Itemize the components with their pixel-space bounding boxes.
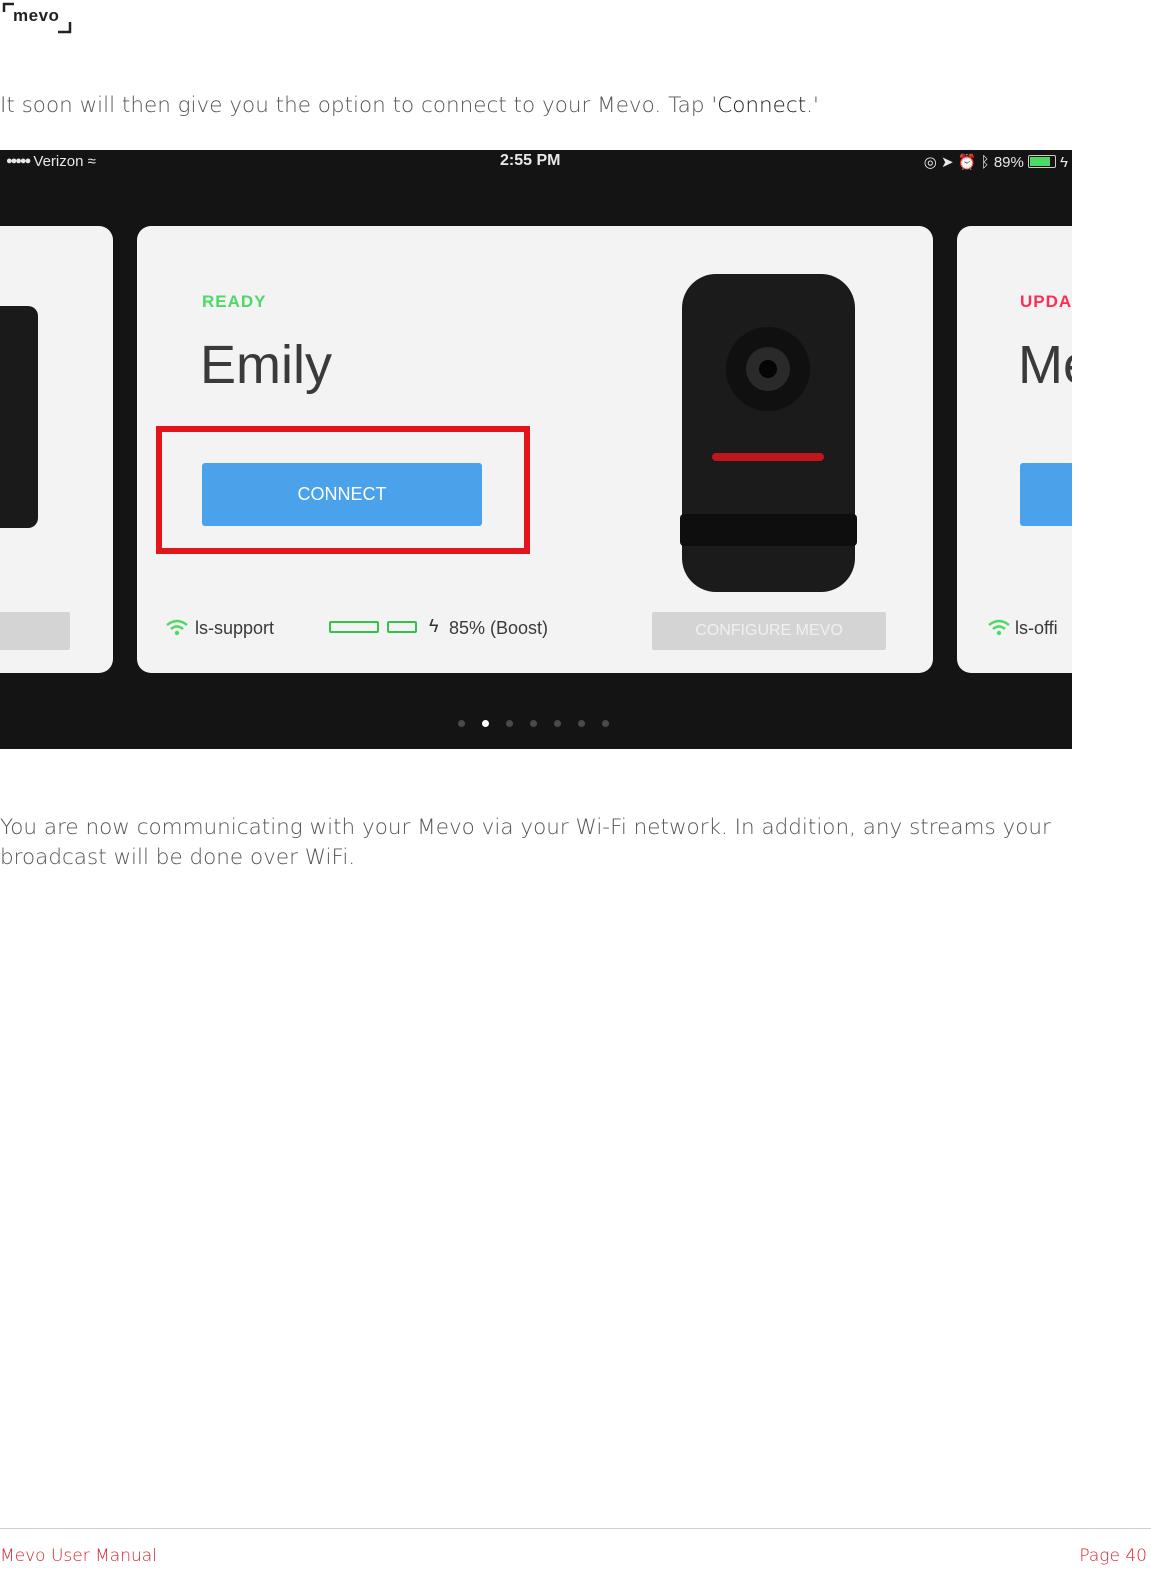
camera-card-emily: READY Emily CONNECT ls-support ϟ 85% (Bo…: [137, 226, 933, 673]
status-right: ◎ ➤ ⏰ ᛒ 89% ϟ: [924, 153, 1068, 171]
wifi-icon: [166, 619, 188, 636]
wifi-status-icon: ≈: [87, 153, 96, 170]
battery-percent: 89%: [993, 154, 1024, 171]
footer-page-number: Page 40: [1079, 1546, 1147, 1566]
intro-emphasis: Connect: [717, 93, 807, 118]
network-name-partial: ls-offi: [1015, 618, 1058, 638]
footer-manual-title: Mevo User Manual: [0, 1546, 157, 1566]
page-dot[interactable]: [506, 720, 513, 727]
logo-text: mevo: [13, 6, 60, 25]
charging-icon: ϟ: [1060, 154, 1068, 171]
battery-main-icon: [329, 621, 379, 633]
card-footer-partial: ls-offi: [957, 608, 1072, 652]
charge-level: 85% (Boost): [449, 618, 549, 638]
network-name: ls-support: [195, 618, 275, 638]
bluetooth-icon: ᛒ: [980, 154, 990, 171]
ios-status-bar: ●●●●● Verizon ≈ 2:55 PM ◎ ➤ ⏰ ᛒ 89% ϟ: [0, 150, 1072, 174]
intro-text: It soon will then give you the option to…: [0, 93, 718, 118]
page-dot[interactable]: [458, 720, 465, 727]
alarm-icon: ⏰: [957, 154, 977, 171]
battery-icon: [1027, 155, 1056, 168]
camera-name: Emily: [200, 335, 332, 395]
carrier-info: ●●●●● Verizon ≈: [6, 153, 96, 170]
bolt-icon: ϟ: [429, 616, 439, 636]
connect-button[interactable]: CONNECT: [202, 463, 482, 526]
intro-suffix: .': [806, 93, 819, 118]
app-screenshot: ●●●●● Verizon ≈ 2:55 PM ◎ ➤ ⏰ ᛒ 89% ϟ RE…: [0, 150, 1072, 749]
page-dot[interactable]: [482, 720, 489, 727]
mevo-camera-image: [680, 274, 857, 592]
page-dot[interactable]: [530, 720, 537, 727]
status-label-ready: READY: [202, 292, 267, 311]
clock: 2:55 PM: [500, 152, 561, 169]
card-footer: ls-support ϟ 85% (Boost) CONFIGURE MEVO: [137, 608, 933, 652]
page-dot[interactable]: [602, 720, 609, 727]
status-label-update: UPDA: [1020, 292, 1072, 311]
carrier-label: Verizon: [33, 153, 84, 170]
outro-paragraph: You are now communicating with your Mevo…: [0, 815, 1051, 870]
configure-button[interactable]: CONFIGURE MEVO: [652, 612, 886, 650]
camera-name-partial: Me: [1018, 335, 1072, 395]
battery-boost-icon: [387, 621, 417, 633]
page-indicator[interactable]: [458, 720, 618, 732]
camera-card-next[interactable]: UPDA Me ls-offi: [957, 226, 1072, 673]
camera-image-partial: [0, 306, 38, 528]
wifi-icon-partial: [988, 619, 1010, 636]
action-button-partial[interactable]: [1020, 463, 1072, 526]
intro-paragraph: It soon will then give you the option to…: [0, 91, 819, 121]
signal-icon: ●●●●●: [6, 155, 31, 167]
configure-button-partial[interactable]: [0, 612, 70, 650]
page-dot[interactable]: [554, 720, 561, 727]
page-dot[interactable]: [578, 720, 585, 727]
camera-card-previous[interactable]: [0, 226, 113, 673]
location-icon: ➤: [941, 154, 954, 171]
lock-rotation-icon: ◎: [923, 154, 937, 171]
footer-divider: [0, 1528, 1151, 1529]
mevo-logo: mevo: [0, 0, 76, 38]
